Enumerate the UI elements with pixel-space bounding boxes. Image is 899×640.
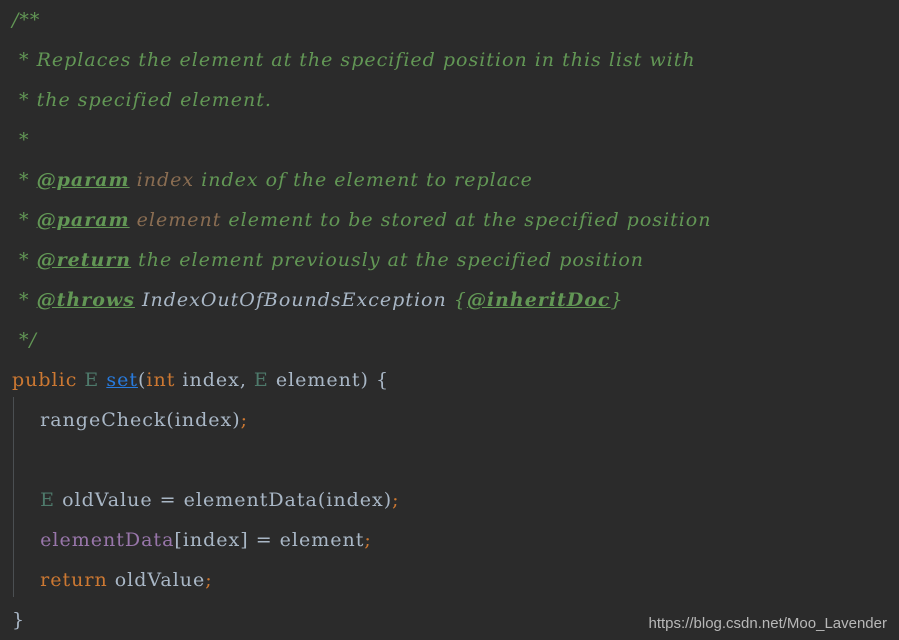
code-token: ;	[392, 489, 400, 511]
code-token: ;	[205, 569, 213, 591]
code-token: *	[12, 209, 37, 231]
code-token: @return	[36, 249, 132, 271]
code-line[interactable]: return oldValue;	[12, 560, 899, 600]
code-token: @inheritDoc	[466, 289, 611, 311]
code-token: return	[40, 569, 108, 591]
code-token: public	[12, 369, 78, 391]
code-token: ,	[239, 369, 254, 391]
code-token: index	[175, 369, 240, 391]
code-line[interactable]: elementData[index] = element;	[12, 520, 899, 560]
code-token: oldValue = elementData(index)	[55, 489, 393, 511]
code-line[interactable]: public E set(int index, E element) {	[12, 360, 899, 400]
code-token: *	[12, 169, 37, 191]
code-line[interactable]: * @return the element previously at the …	[12, 240, 899, 280]
code-token: *	[12, 129, 30, 151]
code-token: E	[84, 369, 100, 391]
code-line[interactable]: * @param element element to be stored at…	[12, 200, 899, 240]
code-token: {	[453, 289, 467, 311]
code-line[interactable]: */	[12, 320, 899, 360]
code-line[interactable]: * Replaces the element at the specified …	[12, 40, 899, 80]
code-token: oldValue	[107, 569, 206, 591]
code-token: }	[610, 289, 624, 311]
code-token: *	[12, 89, 37, 111]
code-token: *	[12, 49, 37, 71]
code-token: @param	[36, 169, 130, 191]
code-token: index	[136, 169, 195, 191]
code-token: @throws	[36, 289, 135, 311]
code-line[interactable]: * the specified element.	[12, 80, 899, 120]
code-token: index of the element to replace	[194, 169, 533, 191]
code-token: int	[146, 369, 176, 391]
code-token: ;	[240, 409, 249, 431]
code-token: ;	[364, 529, 372, 551]
code-token: E	[40, 489, 56, 511]
code-token: elementData	[40, 529, 175, 551]
code-line[interactable]	[12, 440, 899, 480]
code-token: *	[12, 249, 37, 271]
code-token: element	[268, 369, 361, 391]
code-token: IndexOutOfBoundsException	[141, 289, 447, 311]
code-line[interactable]: * @throws IndexOutOfBoundsException {@in…	[12, 280, 899, 320]
watermark-url: https://blog.csdn.net/Moo_Lavender	[648, 615, 888, 632]
code-editor-viewport: /** * Replaces the element at the specif…	[0, 0, 899, 640]
code-line[interactable]: E oldValue = elementData(index);	[12, 480, 899, 520]
code-token: set	[106, 369, 138, 391]
code-token: */	[12, 329, 37, 351]
code-token: [index] = element	[174, 529, 365, 551]
code-token: /**	[12, 9, 41, 31]
code-line[interactable]: * @param index index of the element to r…	[12, 160, 899, 200]
code-token: the element previously at the specified …	[131, 249, 645, 271]
code-line[interactable]: /**	[12, 0, 899, 40]
code-token: *	[12, 289, 37, 311]
code-line[interactable]: *	[12, 120, 899, 160]
code-token: rangeCheck(index)	[12, 409, 241, 431]
code-token: ) {	[360, 369, 390, 391]
code-token: the specified element.	[36, 89, 272, 111]
code-token: element	[136, 209, 222, 231]
code-lines-container: /** * Replaces the element at the specif…	[12, 0, 899, 640]
code-token: @param	[36, 209, 130, 231]
code-token: Replaces the element at the specified po…	[36, 49, 696, 71]
code-token: element to be stored at the specified po…	[221, 209, 712, 231]
code-line[interactable]: rangeCheck(index);	[12, 400, 899, 440]
code-token: }	[12, 609, 26, 631]
code-token: E	[253, 369, 269, 391]
